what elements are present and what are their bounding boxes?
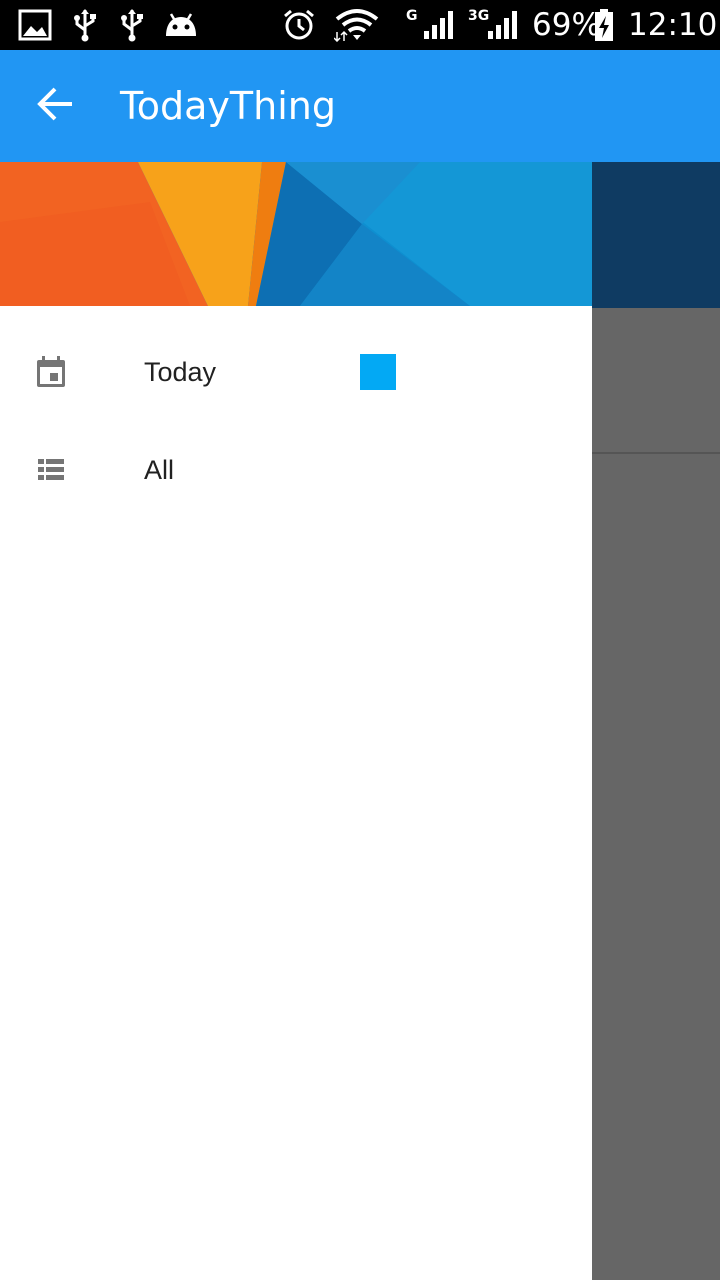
app-title: TodayThing <box>120 84 336 128</box>
navigation-drawer: Today All <box>0 162 592 1280</box>
dimmed-content-header[interactable] <box>592 162 720 308</box>
image-icon <box>18 0 52 50</box>
divider <box>592 452 720 454</box>
signal-icon <box>422 0 454 50</box>
network-type-label: G <box>406 8 418 24</box>
usb-icon <box>72 0 98 50</box>
usb-icon <box>119 0 145 50</box>
calendar-icon <box>36 356 66 388</box>
alarm-icon <box>282 0 316 50</box>
arrow-back-icon <box>36 84 76 128</box>
wifi-icon <box>334 0 380 50</box>
battery-charging-icon <box>594 0 614 50</box>
today-color-badge <box>360 354 396 390</box>
list-icon <box>36 454 66 486</box>
drawer-item-all[interactable]: All <box>0 422 592 518</box>
app-bar: TodayThing <box>0 50 720 162</box>
clock: 12:10 <box>628 7 718 43</box>
android-icon <box>162 0 200 50</box>
status-bar: G 3G 69% 12:10 <box>0 0 720 50</box>
drawer-item-label: All <box>144 455 175 485</box>
drawer-header-image <box>0 162 592 306</box>
battery-percent: 69% <box>532 7 601 43</box>
back-button[interactable] <box>28 78 84 134</box>
drawer-item-today[interactable]: Today <box>0 324 592 420</box>
signal-icon <box>486 0 518 50</box>
drawer-item-label: Today <box>144 357 217 387</box>
